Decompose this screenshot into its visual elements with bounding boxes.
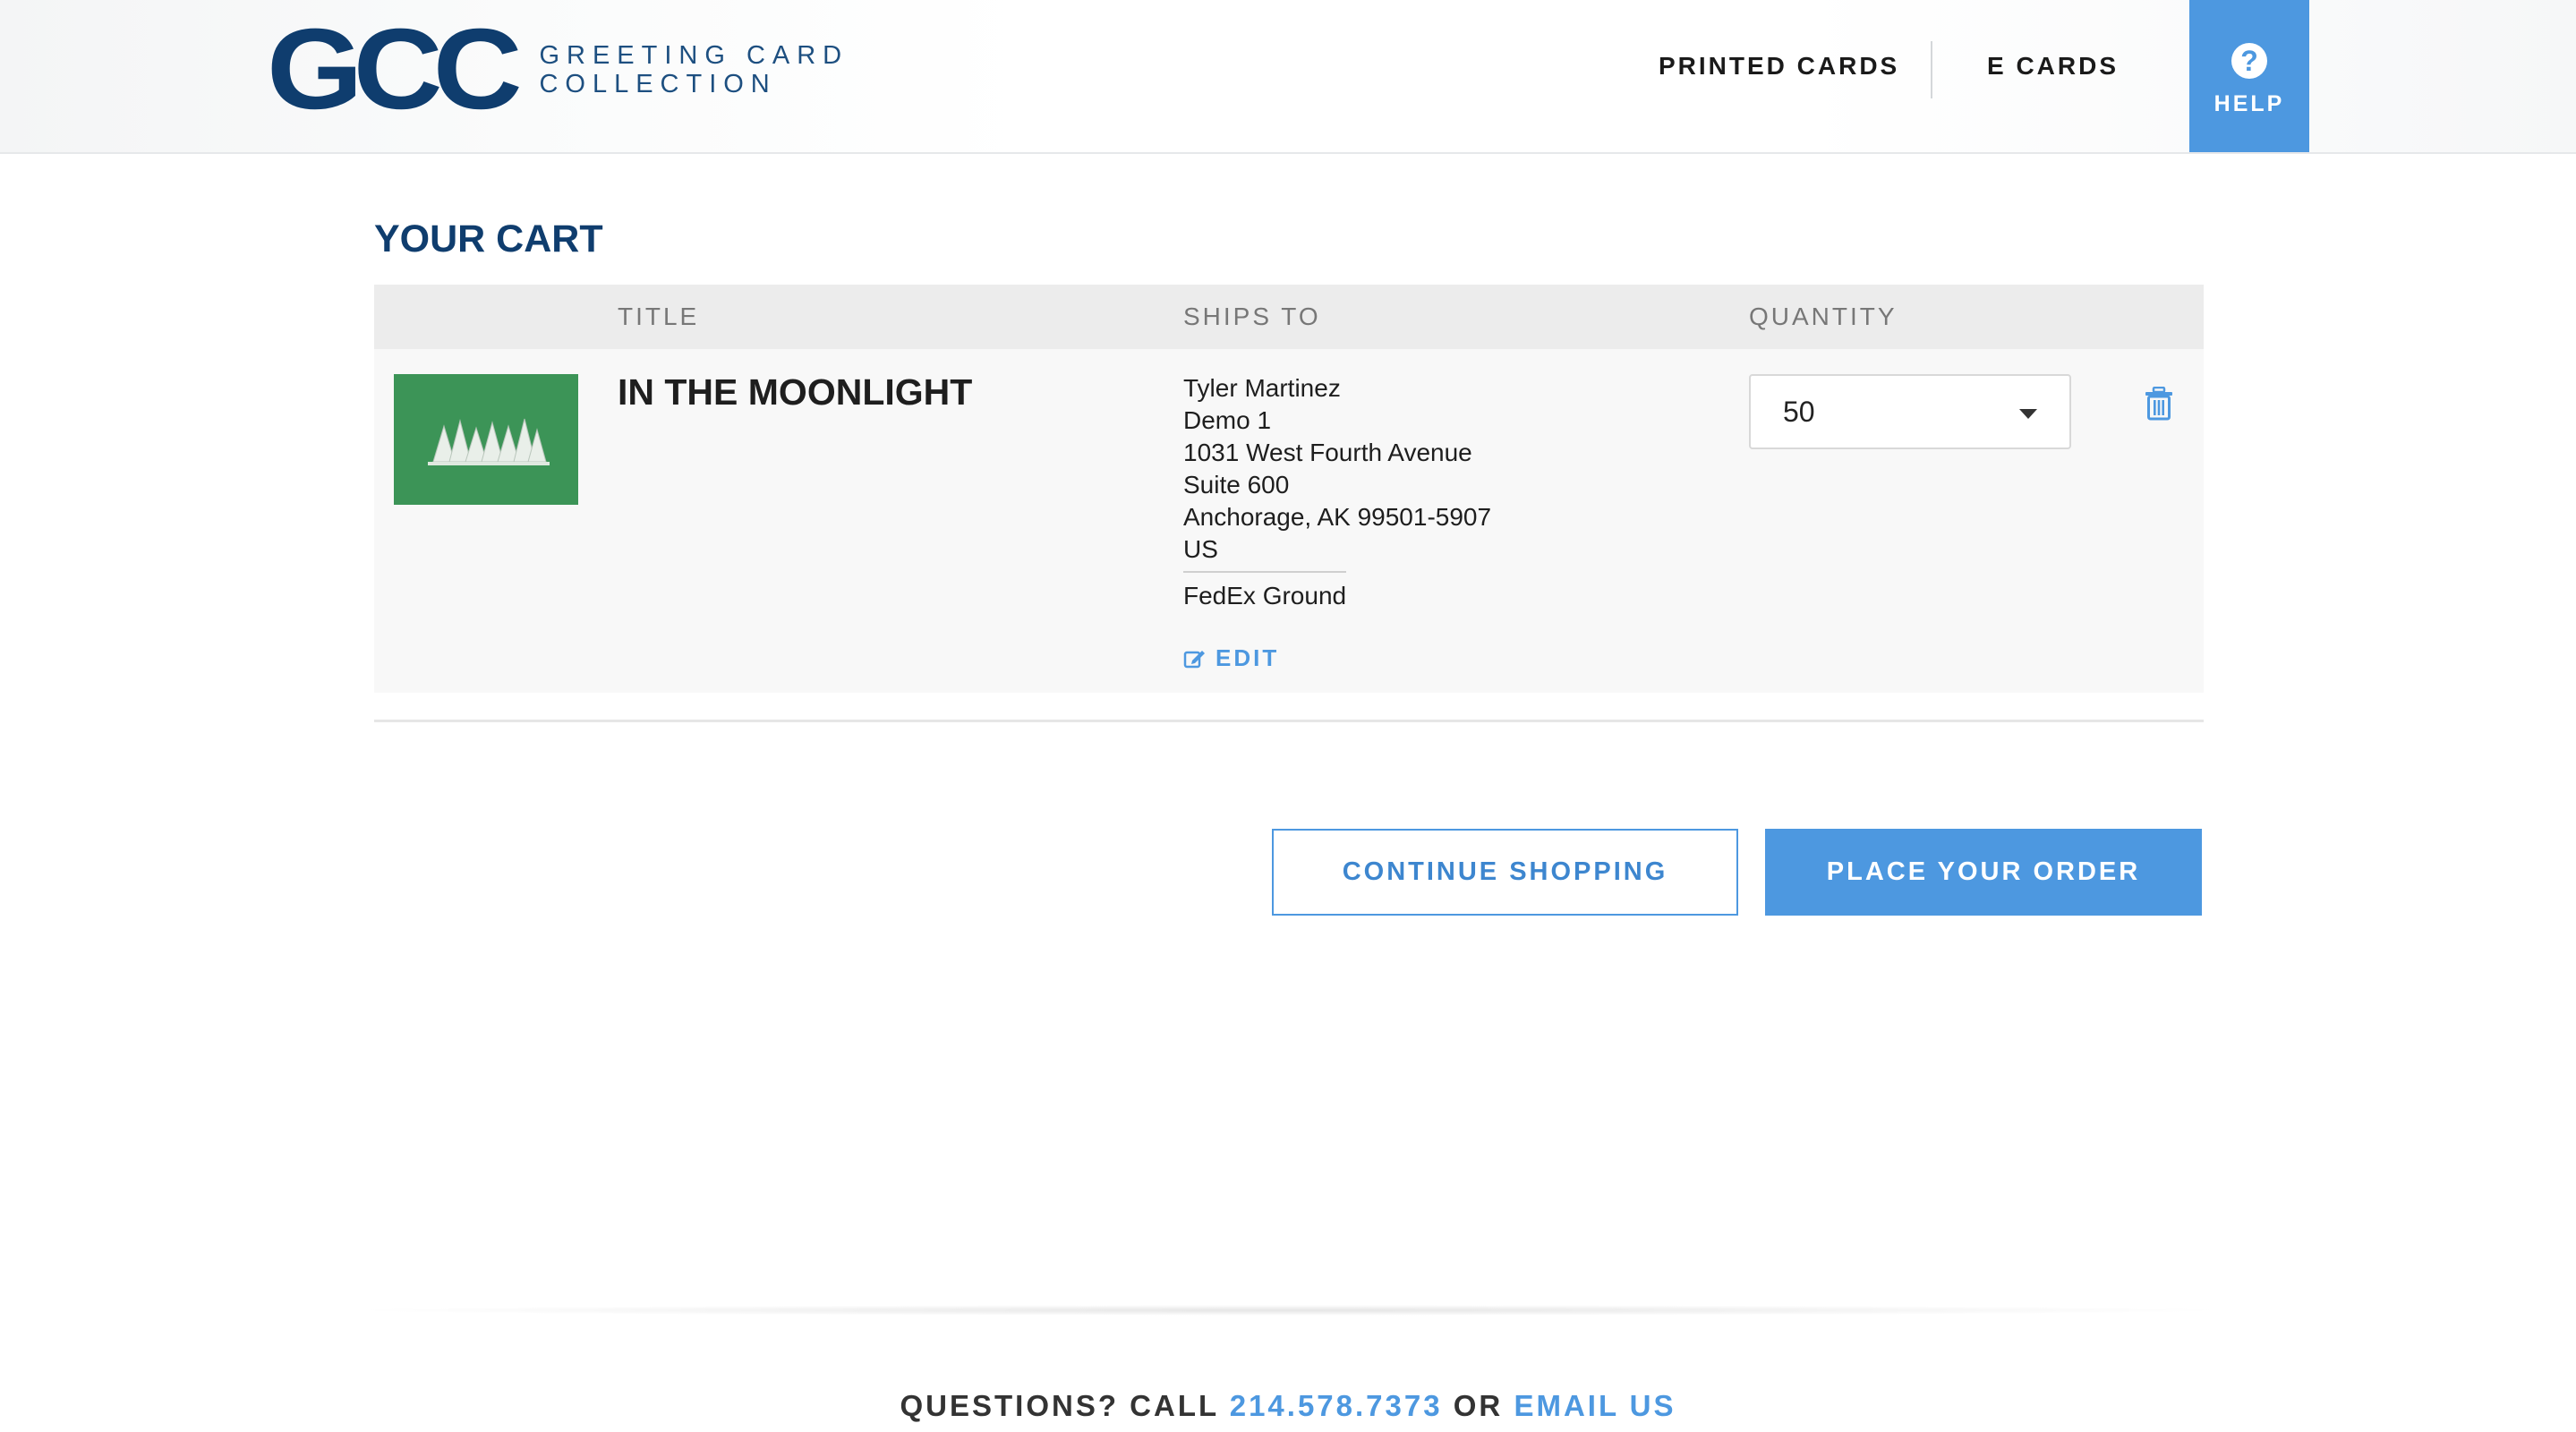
place-order-button[interactable]: PLACE YOUR ORDER bbox=[1765, 829, 2202, 916]
recipient-name: Tyler Martinez bbox=[1183, 374, 1341, 402]
address-street: 1031 West Fourth Avenue bbox=[1183, 439, 1472, 466]
continue-shopping-button[interactable]: CONTINUE SHOPPING bbox=[1272, 829, 1738, 916]
column-header-ships-to: SHIPS TO bbox=[1183, 303, 1321, 330]
footer-phone-link[interactable]: 214.578.7373 bbox=[1230, 1389, 1443, 1422]
address-city-state-zip: Anchorage, AK 99501-5907 bbox=[1183, 503, 1492, 531]
edit-label: EDIT bbox=[1215, 644, 1280, 671]
footer-divider bbox=[340, 1305, 2238, 1316]
chevron-down-icon bbox=[2019, 409, 2037, 419]
footer-prefix: QUESTIONS? CALL bbox=[900, 1389, 1219, 1422]
help-label: HELP bbox=[2213, 91, 2285, 116]
nav-printed-cards[interactable]: PRINTED CARDS bbox=[1659, 52, 1899, 81]
card-thumbnail[interactable] bbox=[394, 374, 578, 505]
trash-icon[interactable] bbox=[2145, 386, 2173, 425]
question-circle-icon: ? bbox=[2231, 43, 2267, 79]
column-header-quantity: QUANTITY bbox=[1749, 303, 1898, 330]
cart-divider bbox=[374, 720, 2204, 722]
item-title: IN THE MOONLIGHT bbox=[618, 371, 973, 413]
column-header-title: TITLE bbox=[618, 303, 700, 330]
quantity-select[interactable]: 50 bbox=[1749, 374, 2071, 449]
cart-table-header: TITLE SHIPS TO QUANTITY bbox=[374, 285, 2204, 349]
edit-icon bbox=[1183, 650, 1205, 668]
site-header: GCC GREETING CARD COLLECTION PRINTED CAR… bbox=[0, 0, 2576, 154]
snowy-trees-image bbox=[428, 418, 550, 465]
nav-divider bbox=[1931, 41, 1932, 98]
nav-e-cards[interactable]: E CARDS bbox=[1987, 52, 2119, 81]
edit-shipping-link[interactable]: EDIT bbox=[1183, 644, 1279, 672]
gcc-logo[interactable]: GCC GREETING CARD COLLECTION bbox=[267, 5, 849, 133]
logo-line-1: GREETING CARD bbox=[539, 41, 849, 70]
footer-or: OR bbox=[1453, 1389, 1504, 1422]
shipping-address: Tyler Martinez Demo 1 1031 West Fourth A… bbox=[1183, 372, 1491, 612]
page-title: YOUR CART bbox=[374, 217, 603, 260]
quantity-value: 50 bbox=[1783, 396, 1815, 428]
recipient-company: Demo 1 bbox=[1183, 406, 1272, 434]
footer-contact: QUESTIONS? CALL 214.578.7373 OR EMAIL US bbox=[0, 1389, 2576, 1423]
cart-item-row: IN THE MOONLIGHT Tyler Martinez Demo 1 1… bbox=[374, 349, 2204, 693]
logo-wordmark: GREETING CARD COLLECTION bbox=[539, 41, 849, 98]
address-divider bbox=[1183, 571, 1346, 573]
address-country: US bbox=[1183, 535, 1218, 563]
logo-line-2: COLLECTION bbox=[539, 70, 777, 98]
help-button[interactable]: ? HELP bbox=[2189, 0, 2309, 152]
logo-mark: GCC bbox=[267, 5, 523, 133]
footer-email-link[interactable]: EMAIL US bbox=[1514, 1389, 1676, 1422]
address-suite: Suite 600 bbox=[1183, 471, 1290, 499]
shipping-method: FedEx Ground bbox=[1183, 582, 1347, 609]
